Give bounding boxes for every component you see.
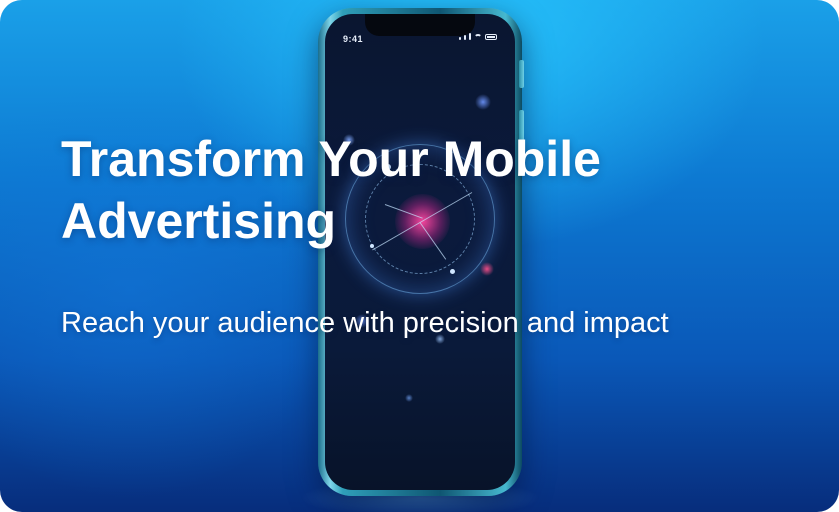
signal-icon [469, 33, 471, 40]
signal-icon [464, 35, 466, 40]
headline-line-2: Advertising [61, 193, 337, 249]
status-time: 9:41 [343, 34, 364, 44]
signal-icon [459, 37, 461, 40]
headline-line-1: Transform Your Mobile [61, 131, 601, 187]
battery-icon [485, 34, 497, 40]
headline: Transform Your Mobile Advertising [61, 128, 701, 252]
wifi-icon [474, 34, 482, 40]
glow-particle [405, 394, 413, 402]
glow-particle [480, 262, 494, 276]
subheadline: Reach your audience with precision and i… [61, 307, 669, 339]
phone-screen: 9:41 [325, 14, 515, 490]
glow-particle [450, 269, 455, 274]
phone-side-button [519, 60, 524, 88]
status-icons [459, 33, 497, 40]
hero-banner: 9:41 Transform Your Mobile Advertising R… [0, 0, 839, 512]
glow-particle [475, 94, 491, 110]
